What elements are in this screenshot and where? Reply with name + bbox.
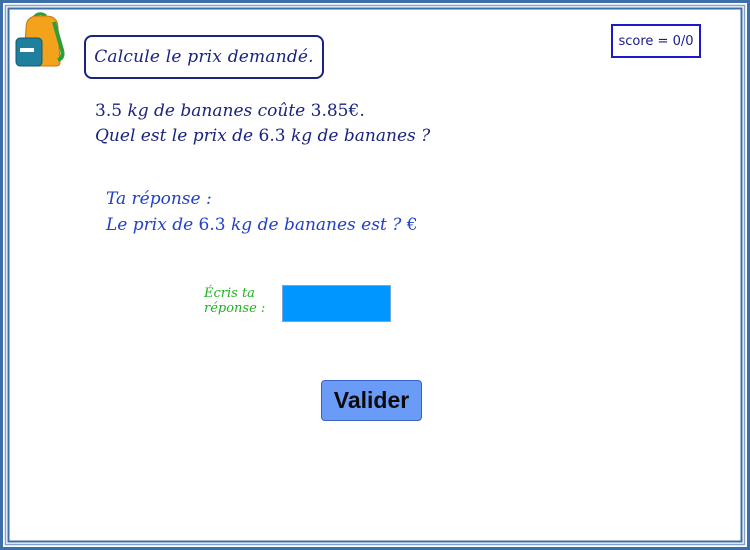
score-label: score = 0/0 [618,33,694,49]
problem-price: 3.85 [310,101,349,121]
instruction-box: Calcule le prix demandé. [84,35,324,79]
answer-sentence: Le prix de 6.3 kg de bananes est ? € [106,212,418,238]
answer-block: Ta réponse : Le prix de 6.3 kg de banane… [106,186,418,238]
problem-question-end: de bananes ? [317,126,431,146]
problem-unit: kg [127,101,149,121]
write-answer-label: Écris ta réponse : [204,286,265,316]
problem-question-quantity: 6.3 [258,126,286,146]
score-box: score = 0/0 [611,24,701,58]
answer-input[interactable] [282,285,391,322]
answer-text-2: de bananes est ? [257,215,402,235]
problem-line-1: 3.5 kg de bananes coûte 3.85€. [95,99,430,124]
write-answer-label-line-1: Écris ta [204,286,255,301]
validate-button[interactable]: Valider [321,380,422,421]
answer-currency: € [406,215,418,235]
answer-heading: Ta réponse : [106,189,212,209]
answer-unit: kg [231,215,253,235]
backpack-icon [12,10,68,70]
page-frame [0,0,750,550]
problem-question-unit: kg [290,126,313,146]
write-answer-label-line-2: réponse : [204,301,266,316]
problem-line-2: Quel est le prix de 6.3 kg de bananes ? [95,124,430,149]
instruction-text: Calcule le prix demandé. [94,47,314,67]
problem-currency: €. [348,101,365,121]
problem-statement: 3.5 kg de bananes coûte 3.85€. Quel est … [95,99,430,149]
problem-text: de bananes coûte [154,101,306,121]
answer-text-1: Le prix de [106,215,194,235]
problem-question-text: Quel est le prix de [95,126,254,146]
problem-quantity: 3.5 [95,101,123,121]
answer-quantity: 6.3 [198,215,226,235]
